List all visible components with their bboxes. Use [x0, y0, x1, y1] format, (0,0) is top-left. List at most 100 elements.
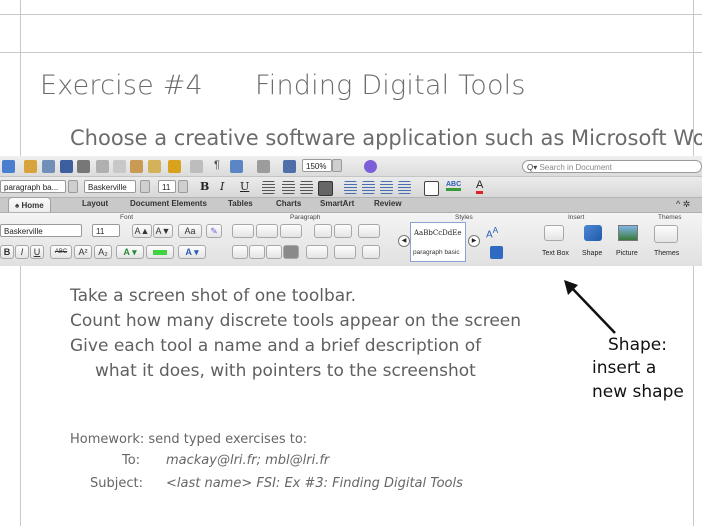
styles-next-icon[interactable]: ▶ — [468, 235, 480, 247]
undo-icon[interactable] — [168, 160, 181, 173]
print-icon[interactable] — [77, 160, 90, 173]
tab-review[interactable]: Review — [374, 199, 402, 208]
justify-button[interactable] — [283, 245, 299, 259]
picture-label[interactable]: Picture — [616, 250, 638, 257]
picture-icon[interactable] — [618, 225, 638, 241]
bullets-button[interactable] — [232, 224, 254, 238]
font-dropdown[interactable] — [140, 180, 150, 193]
cut-icon[interactable] — [96, 160, 109, 173]
size-select[interactable]: 11 — [158, 180, 176, 193]
change-case-button[interactable]: Aa — [178, 224, 202, 238]
homework-intro: Homework: send typed exercises to: — [70, 432, 308, 447]
sort-button[interactable] — [362, 245, 380, 259]
group-label-font: Font — [120, 214, 134, 221]
font-select[interactable]: Baskerville — [84, 180, 136, 193]
clear-formatting-icon: ✎ — [210, 226, 218, 236]
annotation-line-3: new shape — [592, 382, 684, 402]
copy-icon[interactable] — [113, 160, 126, 173]
homework-to-label: To: — [122, 453, 141, 468]
ribbon-collapse-icon[interactable]: ^ ✲ — [676, 199, 690, 210]
text-box-icon[interactable] — [544, 225, 564, 241]
justify-icon[interactable] — [318, 181, 333, 196]
search-input[interactable]: Q▾ Search in Document — [522, 160, 702, 173]
save-icon[interactable] — [60, 160, 73, 173]
align-left-button[interactable] — [232, 245, 248, 259]
tab-charts[interactable]: Charts — [276, 199, 301, 208]
zoom-select[interactable]: 150% — [302, 159, 332, 172]
open-icon[interactable] — [42, 160, 55, 173]
group-label-styles: Styles — [455, 214, 473, 221]
tab-home[interactable]: ♠ Home — [8, 197, 51, 213]
superscript-button[interactable]: A² — [74, 245, 92, 259]
manage-styles-icon[interactable] — [490, 246, 503, 259]
grow-font-button[interactable]: A▲ — [132, 224, 152, 238]
redo-icon[interactable] — [190, 160, 203, 173]
styles-pane-icon[interactable]: AA — [486, 225, 498, 240]
group-label-insert: Insert — [568, 214, 585, 221]
font-color-icon-2: A ▾ — [185, 247, 199, 257]
align-center-icon[interactable] — [282, 181, 295, 194]
strikethrough-button[interactable]: ABC — [50, 245, 72, 259]
pointer-arrow — [564, 280, 616, 334]
underline-button[interactable]: U — [30, 245, 44, 259]
zoom-dropdown[interactable] — [332, 159, 342, 172]
line-spacing-button[interactable] — [306, 245, 328, 259]
help-icon[interactable] — [364, 160, 377, 173]
themes-icon[interactable] — [654, 225, 678, 243]
font-size-field[interactable]: 11 — [92, 224, 120, 237]
decrease-indent-icon[interactable] — [380, 181, 393, 194]
shrink-font-button[interactable]: A▼ — [153, 224, 173, 238]
font-name-field[interactable]: Baskerville — [0, 224, 82, 237]
indent-button[interactable] — [334, 224, 352, 238]
numbering-button[interactable] — [256, 224, 278, 238]
text-box-label[interactable]: Text Box — [542, 250, 569, 257]
styles-prev-icon[interactable]: ◀ — [398, 235, 410, 247]
group-label-paragraph: Paragraph — [290, 214, 321, 221]
columns-button[interactable] — [358, 224, 380, 238]
shape-label[interactable]: Shape — [582, 250, 602, 257]
tab-smartart[interactable]: SmartArt — [320, 199, 354, 208]
align-right-button[interactable] — [266, 245, 282, 259]
new-document-icon[interactable] — [2, 160, 15, 173]
bullets-icon[interactable] — [344, 181, 357, 194]
media-browser-icon[interactable] — [283, 160, 296, 173]
bold-icon[interactable]: B — [200, 180, 209, 193]
gallery-icon[interactable] — [24, 160, 37, 173]
word-ribbon-screenshot: ¶ 150% Q▾ Search in Document paragraph b… — [0, 156, 702, 266]
tab-tables[interactable]: Tables — [228, 199, 253, 208]
format-painter-icon[interactable] — [148, 160, 161, 173]
style-dropdown[interactable] — [68, 180, 78, 193]
homework-subject-label: Subject: — [90, 476, 143, 491]
sidebar-icon[interactable] — [230, 160, 243, 173]
align-center-button[interactable] — [249, 245, 265, 259]
paste-icon[interactable] — [130, 160, 143, 173]
font-color-icon[interactable]: A — [476, 179, 484, 194]
tab-document-elements[interactable]: Document Elements — [130, 199, 207, 208]
shape-icon[interactable] — [584, 225, 602, 241]
style-preview-card[interactable]: AaBbCcDdEe paragraph basic — [410, 222, 466, 262]
highlight-icon[interactable]: ABC — [446, 181, 462, 191]
themes-label[interactable]: Themes — [654, 250, 679, 257]
numbering-icon[interactable] — [362, 181, 375, 194]
pilcrow-icon[interactable]: ¶ — [214, 159, 220, 171]
align-left-icon[interactable] — [262, 181, 275, 194]
italic-icon[interactable]: I — [220, 180, 224, 193]
tab-layout[interactable]: Layout — [82, 199, 108, 208]
increase-indent-icon[interactable] — [398, 181, 411, 194]
shading-button[interactable] — [334, 245, 356, 259]
toolbox-icon[interactable] — [257, 160, 270, 173]
highlight-button[interactable] — [146, 245, 174, 259]
style-select[interactable]: paragraph ba... — [0, 180, 66, 193]
underline-icon[interactable]: U — [240, 180, 249, 193]
size-dropdown[interactable] — [178, 180, 188, 193]
borders-icon[interactable] — [424, 181, 439, 196]
font-color-button[interactable]: A ▾ — [178, 245, 206, 259]
italic-button[interactable]: I — [15, 245, 29, 259]
bold-button[interactable]: B — [0, 245, 14, 259]
clear-formatting-button[interactable]: ✎ — [206, 224, 222, 238]
subscript-button[interactable]: A₂ — [94, 245, 112, 259]
align-right-icon[interactable] — [300, 181, 313, 194]
outdent-button[interactable] — [314, 224, 332, 238]
text-effects-button[interactable]: A ▾ — [116, 245, 144, 259]
multilevel-button[interactable] — [280, 224, 302, 238]
